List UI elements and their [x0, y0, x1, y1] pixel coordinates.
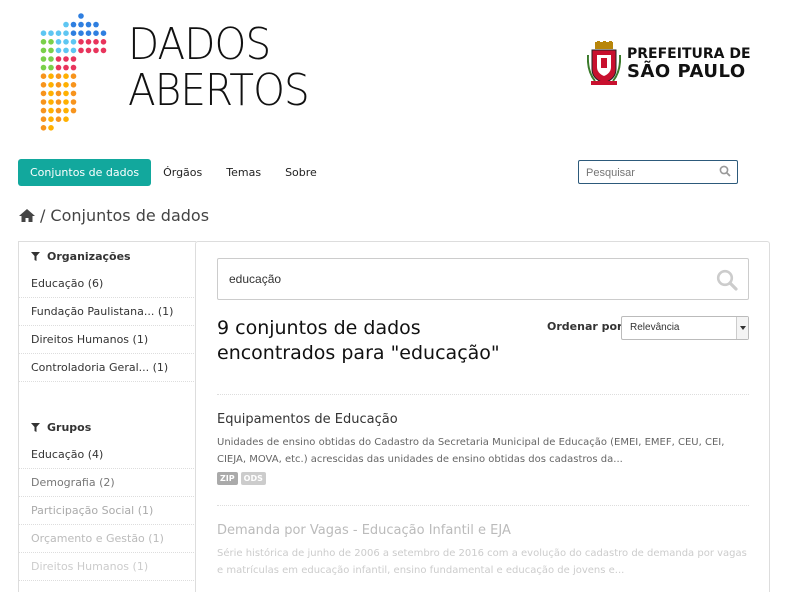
format-badge-zip[interactable]: ZIP: [217, 472, 238, 485]
sort-label: Ordenar por:: [547, 320, 627, 333]
facet-heading-groups: Grupos: [19, 413, 196, 441]
results-panel: 9 conjuntos de dados encontrados para "e…: [195, 241, 770, 592]
search-icon[interactable]: [719, 165, 731, 177]
dataset-search: [217, 258, 749, 300]
search-icon[interactable]: [716, 269, 738, 291]
facet-item-group-demografia[interactable]: Demografia (2): [19, 469, 196, 497]
nav-about[interactable]: Sobre: [273, 159, 329, 186]
chevron-down-icon[interactable]: [736, 317, 748, 339]
results-count-title: 9 conjuntos de dados encontrados para "e…: [217, 317, 500, 364]
logo-line2: ABERTOS: [128, 65, 310, 116]
breadcrumb-separator: /: [40, 206, 46, 225]
dataset-notes: Série histórica de junho de 2006 a setem…: [217, 548, 747, 576]
sao-paulo-crest-icon: [587, 41, 621, 85]
main-nav: Conjuntos de dados Órgãos Temas Sobre: [18, 159, 329, 186]
facet-item-group-participacao[interactable]: Participação Social (1): [19, 497, 196, 525]
facet-spacer: [19, 382, 196, 410]
facet-item-org-fundacao[interactable]: Fundação Paulistana... (1): [19, 298, 196, 326]
dataset-item: Equipamentos de Educação Unidades de ens…: [217, 412, 749, 485]
results-divider: [217, 394, 749, 395]
dataset-search-input[interactable]: [218, 259, 748, 299]
format-badges: ZIP ODS: [217, 472, 749, 485]
header-search-input[interactable]: [579, 162, 737, 184]
filter-icon: [31, 422, 40, 432]
facet-item-group-educacao[interactable]: Educação (4): [19, 441, 196, 469]
dados-abertos-dots-icon: [40, 13, 107, 131]
nav-datasets[interactable]: Conjuntos de dados: [18, 159, 152, 186]
breadcrumb: / Conjuntos de dados: [18, 206, 209, 225]
sort-select[interactable]: Relevância: [621, 316, 749, 340]
logo-wordmark: DADOS ABERTOS: [128, 19, 310, 116]
header-search: [578, 160, 738, 184]
dados-abertos-logo[interactable]: DADOS ABERTOS: [36, 12, 310, 136]
dataset-notes: Unidades de ensino obtidas do Cadastro d…: [217, 437, 725, 465]
facet-item-org-controladoria[interactable]: Controladoria Geral... (1): [19, 354, 196, 382]
facet-heading-label: Grupos: [47, 420, 92, 434]
dataset-title-link[interactable]: Equipamentos de Educação: [217, 412, 749, 427]
facet-item-group-direitos[interactable]: Direitos Humanos (1): [19, 553, 196, 581]
results-divider: [217, 505, 749, 506]
prefeitura-wordmark: PREFEITURA DE SÃO PAULO: [627, 45, 751, 81]
breadcrumb-current[interactable]: Conjuntos de dados: [50, 206, 209, 225]
filter-icon: [31, 251, 40, 261]
prefeitura-logo[interactable]: PREFEITURA DE SÃO PAULO: [587, 40, 751, 86]
facet-heading-organizations: Organizações: [19, 242, 196, 270]
sidebar-facets: Organizações Educação (6) Fundação Pauli…: [18, 241, 196, 592]
logo-line1: DADOS: [128, 19, 271, 70]
nav-organizations[interactable]: Órgãos: [151, 159, 214, 186]
format-badge-ods[interactable]: ODS: [240, 472, 266, 485]
home-icon[interactable]: [18, 208, 36, 223]
facet-item-group-orcamento[interactable]: Orçamento e Gestão (1): [19, 525, 196, 553]
facet-item-org-direitos[interactable]: Direitos Humanos (1): [19, 326, 196, 354]
facet-item-org-educacao[interactable]: Educação (6): [19, 270, 196, 298]
facet-heading-label: Organizações: [47, 249, 131, 263]
prefeitura-line2: SÃO PAULO: [627, 61, 746, 82]
dataset-title-link[interactable]: Demanda por Vagas - Educação Infantil e …: [217, 523, 749, 538]
nav-themes[interactable]: Temas: [214, 159, 273, 186]
dataset-item: Demanda por Vagas - Educação Infantil e …: [217, 523, 749, 579]
sort-selected-value: Relevância: [630, 322, 680, 333]
